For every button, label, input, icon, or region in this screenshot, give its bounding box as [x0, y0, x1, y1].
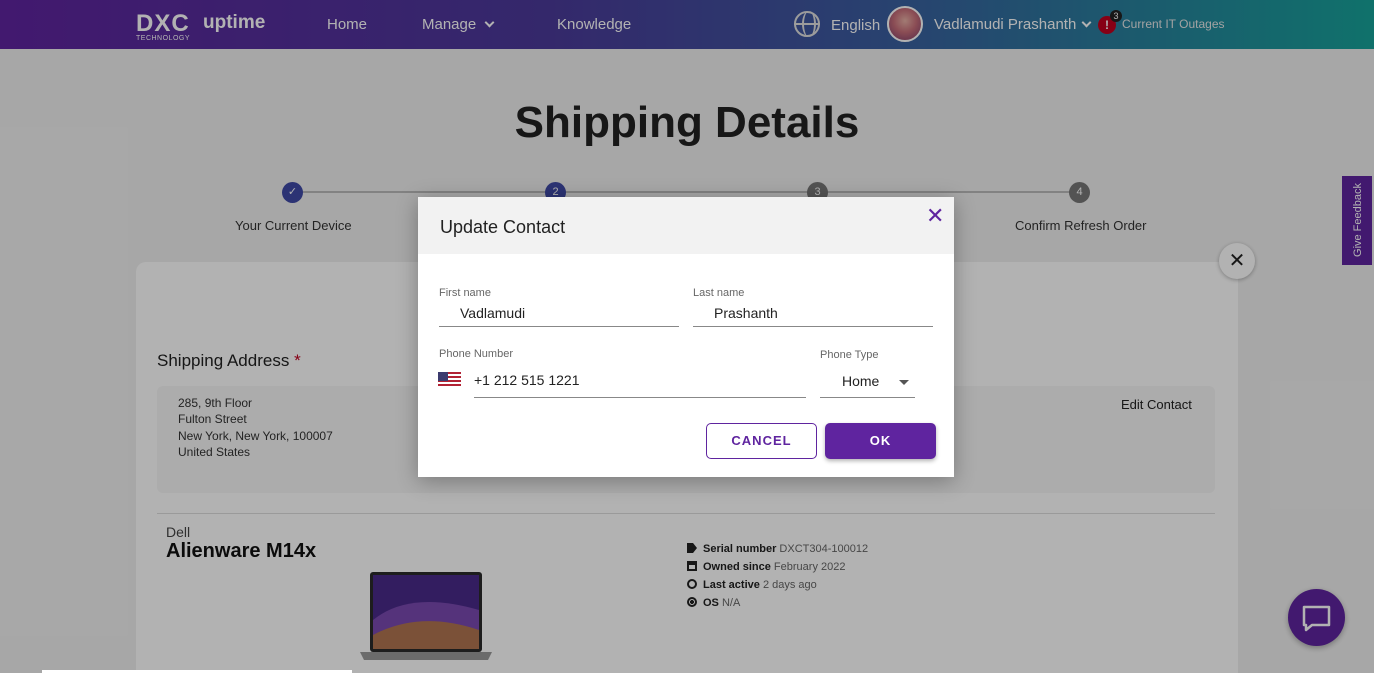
first-name-label: First name: [439, 287, 491, 299]
us-flag-icon[interactable]: [438, 372, 461, 388]
ok-button[interactable]: OK: [825, 423, 936, 459]
cancel-button[interactable]: CANCEL: [706, 423, 817, 459]
phone-number-field[interactable]: +1 212 515 1221: [474, 367, 806, 398]
last-name-field[interactable]: Prashanth: [693, 299, 933, 327]
first-name-field[interactable]: Vadlamudi: [439, 299, 679, 327]
update-contact-dialog: Update Contact ✕ First name Vadlamudi La…: [418, 197, 954, 477]
phone-type-select[interactable]: Home: [820, 367, 915, 398]
phone-type-label: Phone Type: [820, 349, 879, 361]
last-name-label: Last name: [693, 287, 745, 299]
phone-number-label: Phone Number: [439, 348, 513, 360]
dialog-title: Update Contact: [440, 217, 566, 237]
close-icon[interactable]: ✕: [926, 205, 944, 227]
